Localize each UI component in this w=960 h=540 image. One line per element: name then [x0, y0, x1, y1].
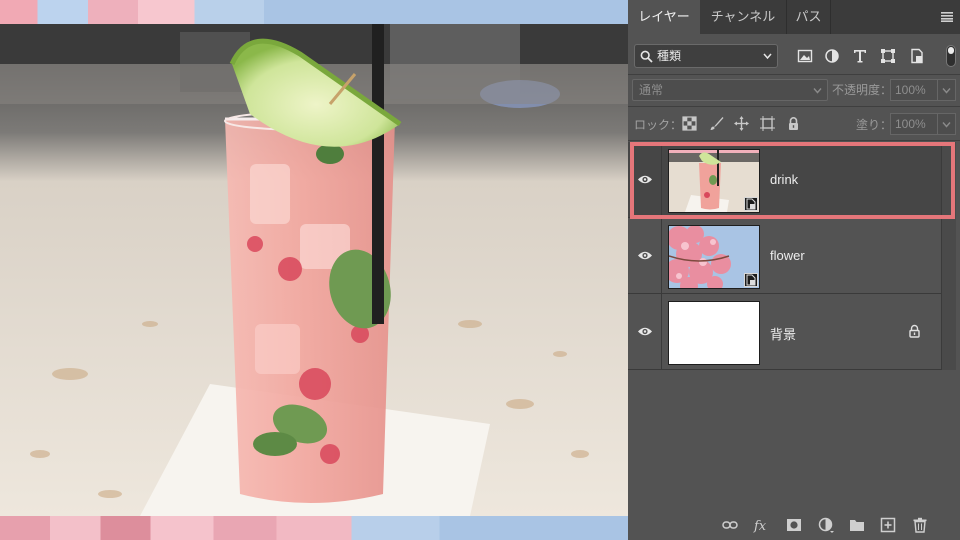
type-filter-icon[interactable]	[852, 48, 868, 64]
eye-icon	[638, 327, 652, 336]
layer-row-drink[interactable]: drink	[628, 142, 941, 218]
lock-icon[interactable]	[908, 324, 921, 338]
layers-scrollbar[interactable]	[941, 142, 956, 370]
eye-icon	[638, 175, 652, 184]
layers-list: drink flower 背景	[628, 142, 941, 370]
image-filter-icon[interactable]	[797, 48, 813, 64]
opacity-dropdown[interactable]	[938, 79, 956, 101]
layer-name-drink: drink	[770, 172, 799, 187]
opacity-label: 不透明度：	[832, 83, 893, 97]
layers-bottom-toolbar: fx	[628, 510, 960, 540]
visibility-toggle[interactable]	[628, 218, 662, 293]
filter-toggle-switch[interactable]	[946, 45, 956, 67]
search-icon	[640, 50, 653, 63]
flower-layer-edge-top	[0, 0, 628, 24]
chevron-down-icon	[763, 53, 772, 60]
panel-menu-icon[interactable]	[941, 12, 953, 22]
lock-all-icon[interactable]	[786, 116, 801, 131]
smart-object-badge-icon	[744, 197, 758, 211]
layer-mask-icon[interactable]	[786, 517, 802, 533]
lock-transparent-pixels-icon[interactable]	[682, 116, 697, 131]
lock-fill-row: ロック： 塗り： 100%	[628, 112, 960, 136]
fill-label: 塗り：	[856, 118, 893, 132]
chevron-down-icon	[942, 88, 951, 94]
drink-photo-illustration	[0, 24, 628, 516]
smart-object-badge-icon	[744, 273, 758, 287]
drink-layer-image	[0, 24, 628, 516]
adjustment-filter-icon[interactable]	[824, 48, 840, 64]
layer-row-flower[interactable]: flower	[628, 218, 941, 294]
layer-filter-row: 種類	[628, 40, 960, 72]
blend-mode-value: 通常	[639, 83, 664, 97]
lock-label: ロック：	[634, 118, 683, 132]
layers-panel: レイヤー チャンネル パス 種類 通常 不透明度： 100% ロック： 塗り： …	[628, 0, 960, 540]
lock-position-icon[interactable]	[734, 116, 749, 131]
lock-image-pixels-icon[interactable]	[709, 116, 724, 131]
chevron-down-icon	[813, 88, 822, 94]
divider	[628, 74, 960, 75]
chevron-down-icon	[942, 122, 951, 128]
lock-artboard-icon[interactable]	[760, 116, 775, 131]
fx-icon[interactable]: fx	[753, 517, 769, 533]
smart-object-filter-icon[interactable]	[909, 48, 925, 64]
tab-channels[interactable]: チャンネル	[700, 0, 787, 34]
opacity-input[interactable]: 100%	[890, 79, 938, 101]
shape-filter-icon[interactable]	[880, 48, 896, 64]
new-layer-icon[interactable]	[880, 517, 896, 533]
tab-layers[interactable]: レイヤー	[628, 0, 700, 34]
divider	[628, 140, 960, 141]
layer-row-background[interactable]: 背景	[628, 294, 941, 370]
svg-text:fx: fx	[753, 519, 767, 533]
adjustment-layer-icon[interactable]	[818, 517, 834, 533]
fill-dropdown[interactable]	[938, 113, 956, 135]
flower-layer-edge-bottom	[0, 516, 628, 540]
divider	[628, 106, 960, 107]
smart-object-icon	[746, 274, 756, 286]
eye-icon	[638, 251, 652, 260]
trash-icon[interactable]	[912, 517, 928, 533]
panel-tab-bar: レイヤー チャンネル パス	[628, 0, 960, 34]
tab-paths[interactable]: パス	[787, 0, 831, 34]
layer-name-flower: flower	[770, 248, 805, 263]
blend-mode-select[interactable]: 通常	[632, 79, 828, 101]
fill-input[interactable]: 100%	[890, 113, 938, 135]
filter-kind-label: 種類	[657, 49, 682, 63]
group-folder-icon[interactable]	[849, 517, 865, 533]
layer-thumbnail-flower	[668, 225, 760, 289]
link-layers-icon[interactable]	[722, 517, 738, 533]
blend-opacity-row: 通常 不透明度： 100%	[628, 78, 960, 102]
document-canvas[interactable]	[0, 0, 628, 540]
layer-thumbnail-drink	[668, 149, 760, 213]
filter-kind-select[interactable]: 種類	[634, 44, 778, 68]
smart-object-icon	[746, 198, 756, 210]
visibility-toggle[interactable]	[628, 142, 662, 217]
visibility-toggle[interactable]	[628, 294, 662, 369]
layer-name-background: 背景	[770, 327, 797, 342]
layer-thumbnail-background	[668, 301, 760, 365]
